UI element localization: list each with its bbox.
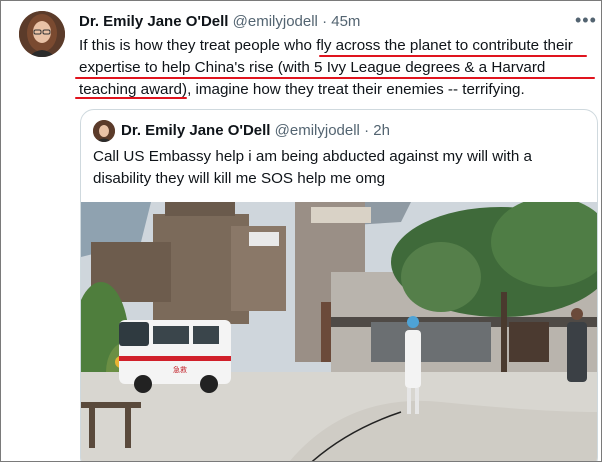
author-avatar[interactable] [19,11,65,57]
highlight-underline [75,97,187,99]
tweet-screenshot: Dr. Emily Jane O'Dell @emilyjodell · 45m… [0,0,602,462]
author-name[interactable]: Dr. Emily Jane O'Dell [79,13,228,30]
tweet-text: If this is how they treat people who fly… [79,35,594,101]
quoted-tweet-card[interactable]: Dr. Emily Jane O'Dell @emilyjodell · 2h … [80,109,598,462]
tweet-header: Dr. Emily Jane O'Dell @emilyjodell · 45m [79,13,360,30]
highlight-underline [319,55,587,57]
author-handle[interactable]: @emilyjodell [233,13,318,30]
tweet-text-line: expertise to help China's rise (with 5 I… [79,59,546,76]
highlight-underline [75,77,595,79]
quoted-author-avatar [93,120,115,142]
ambulance: 急救 [119,320,231,393]
courtyard-photo[interactable]: 急救 [81,202,597,462]
tweet-text-line: If this is how they treat people who fly… [79,37,573,54]
quoted-tweet-text: Call US Embassy help i am being abducted… [93,146,583,190]
quoted-header-separator: · [364,122,370,139]
more-horizontal-icon[interactable]: ••• [575,10,597,31]
quoted-text-line: disability they will kill me SOS help me… [93,170,386,187]
quoted-tweet-header: Dr. Emily Jane O'Dell @emilyjodell · 2h [121,122,390,139]
quoted-author-name: Dr. Emily Jane O'Dell [121,122,271,139]
header-separator: · [322,13,328,30]
quoted-tweet-timestamp: 2h [373,122,390,139]
quoted-author-handle: @emilyjodell [274,122,360,139]
tweet-timestamp[interactable]: 45m [331,13,360,30]
ambulance-text: 急救 [173,365,187,374]
quoted-text-line: Call US Embassy help i am being abducted… [93,148,532,165]
